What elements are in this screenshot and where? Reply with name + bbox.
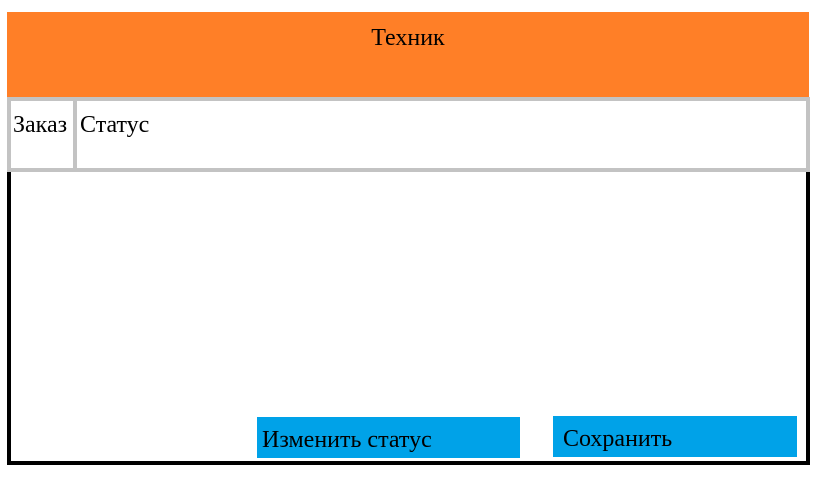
save-button[interactable]: Сохранить [553, 416, 797, 457]
column-header-order[interactable]: Заказ [11, 101, 77, 168]
orders-table: Заказ Статус [7, 97, 810, 172]
page-title: Техник [7, 12, 809, 97]
change-status-button[interactable]: Изменить статус [257, 417, 520, 458]
column-header-status[interactable]: Статус [77, 101, 806, 168]
